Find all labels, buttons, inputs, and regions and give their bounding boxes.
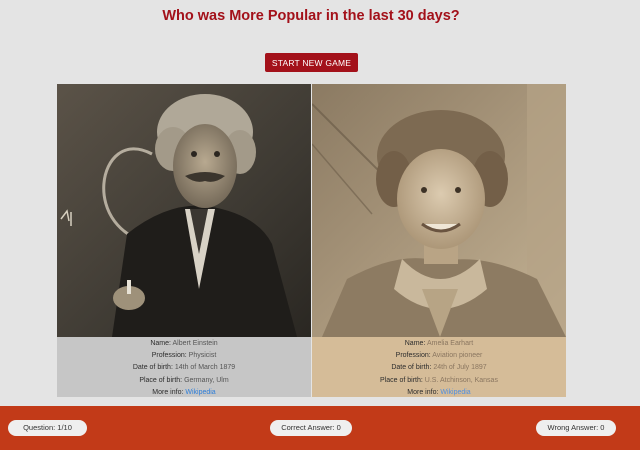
name-row: Name: Albert Einstein: [57, 338, 311, 350]
name-label: Name:: [150, 340, 171, 347]
name-value: Amelia Earhart: [426, 340, 474, 347]
name-row: Name: Amelia Earhart: [312, 338, 566, 350]
birth-place-row: Place of birth: U.S. Atchinson, Kansas: [312, 375, 566, 387]
start-new-game-button[interactable]: START NEW GAME: [265, 53, 358, 72]
birth-date-value: 24th of July 1897: [433, 364, 487, 372]
question-counter-badge: Question: 1/10: [8, 420, 87, 436]
birth-date-label: Date of birth:: [132, 364, 173, 372]
profession-label: Profession:: [395, 352, 431, 360]
correct-answer-badge: Correct Answer: 0: [270, 420, 352, 436]
person-info-right: Name: Amelia Earhart Profession: Aviatio…: [312, 337, 566, 397]
birth-place-label: Place of birth:: [139, 376, 183, 384]
profession-row: Profession: Aviation pioneer: [312, 350, 566, 362]
score-footer: Question: 1/10 Correct Answer: 0 Wrong A…: [0, 406, 640, 450]
profession-label: Profession:: [151, 352, 187, 360]
profession-value: Aviation pioneer: [432, 352, 483, 360]
birth-place-row: Place of birth: Germany, Ulm: [57, 375, 311, 387]
profession-row: Profession: Physicist: [57, 350, 311, 362]
birth-date-row: Date of birth: 24th of July 1897: [312, 362, 566, 374]
wikipedia-link[interactable]: Wikipedia: [185, 389, 215, 396]
birth-place-label: Place of birth:: [380, 376, 423, 384]
portrait-photo-left[interactable]: [57, 84, 311, 337]
more-info-row: More info: Wikipedia: [57, 387, 311, 397]
birth-place-value: Germany, Ulm: [184, 376, 229, 384]
more-info-label: More info:: [152, 388, 184, 396]
birth-date-row: Date of birth: 14th of March 1879: [57, 362, 311, 374]
wikipedia-link[interactable]: Wikipedia: [440, 389, 470, 396]
birth-place-value: U.S. Atchinson, Kansas: [424, 376, 498, 384]
choice-card-right[interactable]: Name: Amelia Earhart Profession: Aviatio…: [312, 84, 566, 397]
profession-value: Physicist: [188, 352, 217, 360]
more-info-label: More info:: [407, 388, 439, 396]
portrait-photo-right[interactable]: [312, 84, 566, 337]
name-value: Albert Einstein: [172, 340, 218, 347]
page-title: Who was More Popular in the last 30 days…: [162, 8, 460, 24]
person-info-left: Name: Albert Einstein Profession: Physic…: [57, 337, 311, 397]
choice-card-left[interactable]: Name: Albert Einstein Profession: Physic…: [57, 84, 311, 397]
birth-date-value: 14th of March 1879: [174, 364, 236, 372]
more-info-row: More info: Wikipedia: [312, 387, 566, 397]
wrong-answer-badge: Wrong Answer: 0: [536, 420, 616, 436]
birth-date-label: Date of birth:: [391, 364, 432, 372]
name-label: Name:: [404, 340, 426, 347]
